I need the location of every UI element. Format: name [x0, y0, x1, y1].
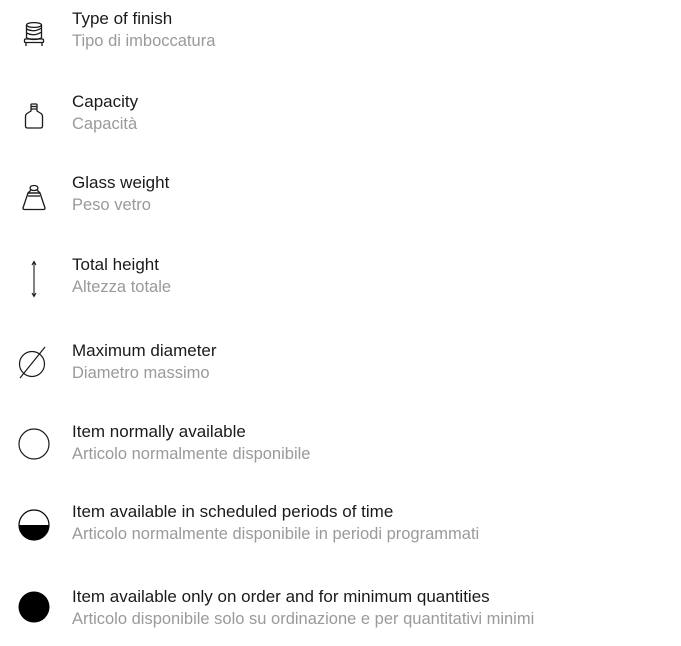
legend-item-height: Total height Altezza totale: [0, 254, 681, 314]
legend-item-label-en: Item available in scheduled periods of t…: [72, 502, 394, 521]
legend-item-label-it: Articolo disponibile solo su ordinazione…: [72, 610, 535, 628]
filled-circle-icon: [14, 587, 54, 627]
legend-item-label-en: Type of finish: [72, 9, 173, 28]
legend-item-finish: Type of finish Tipo di imboccatura: [0, 8, 681, 68]
legend-item-label-it: Altezza totale: [72, 278, 172, 296]
legend-item-label-en: Item normally available: [72, 422, 246, 441]
height-arrow-icon: [14, 258, 54, 298]
legend-item-label-it: Diametro massimo: [72, 364, 210, 382]
legend-item-on-order: Item available only on order and for min…: [0, 586, 681, 646]
legend-item-label-it: Articolo normalmente disponibile in peri…: [72, 525, 480, 543]
capacity-bottle-icon: [14, 97, 54, 137]
legend-item-weight: Glass weight Peso vetro: [0, 172, 681, 232]
legend-item-normally-available: Item normally available Articolo normalm…: [0, 421, 681, 481]
legend-item-label-en: Maximum diameter: [72, 341, 217, 360]
legend-item-scheduled-availability: Item available in scheduled periods of t…: [0, 501, 681, 561]
legend-item-label-it: Articolo normalmente disponibile: [72, 445, 311, 463]
legend-item-label-it: Tipo di imboccatura: [72, 32, 216, 50]
legend-item-diameter: Maximum diameter Diametro massimo: [0, 340, 681, 400]
half-filled-circle-icon: [14, 505, 54, 545]
legend-item-label-en: Item available only on order and for min…: [72, 587, 490, 606]
empty-circle-icon: [14, 424, 54, 464]
legend-item-label-it: Capacità: [72, 115, 138, 133]
legend-item-label-en: Total height: [72, 255, 159, 274]
legend-item-label-en: Capacity: [72, 92, 139, 111]
diameter-icon: [14, 342, 54, 382]
legend-item-label-en: Glass weight: [72, 173, 170, 192]
legend-item-capacity: Capacity Capacità: [0, 91, 681, 151]
weight-icon: [14, 178, 54, 218]
legend-item-label-it: Peso vetro: [72, 196, 151, 214]
legend: Type of finish Tipo di imboccatura Capac…: [0, 0, 681, 634]
finish-icon: [14, 14, 54, 54]
